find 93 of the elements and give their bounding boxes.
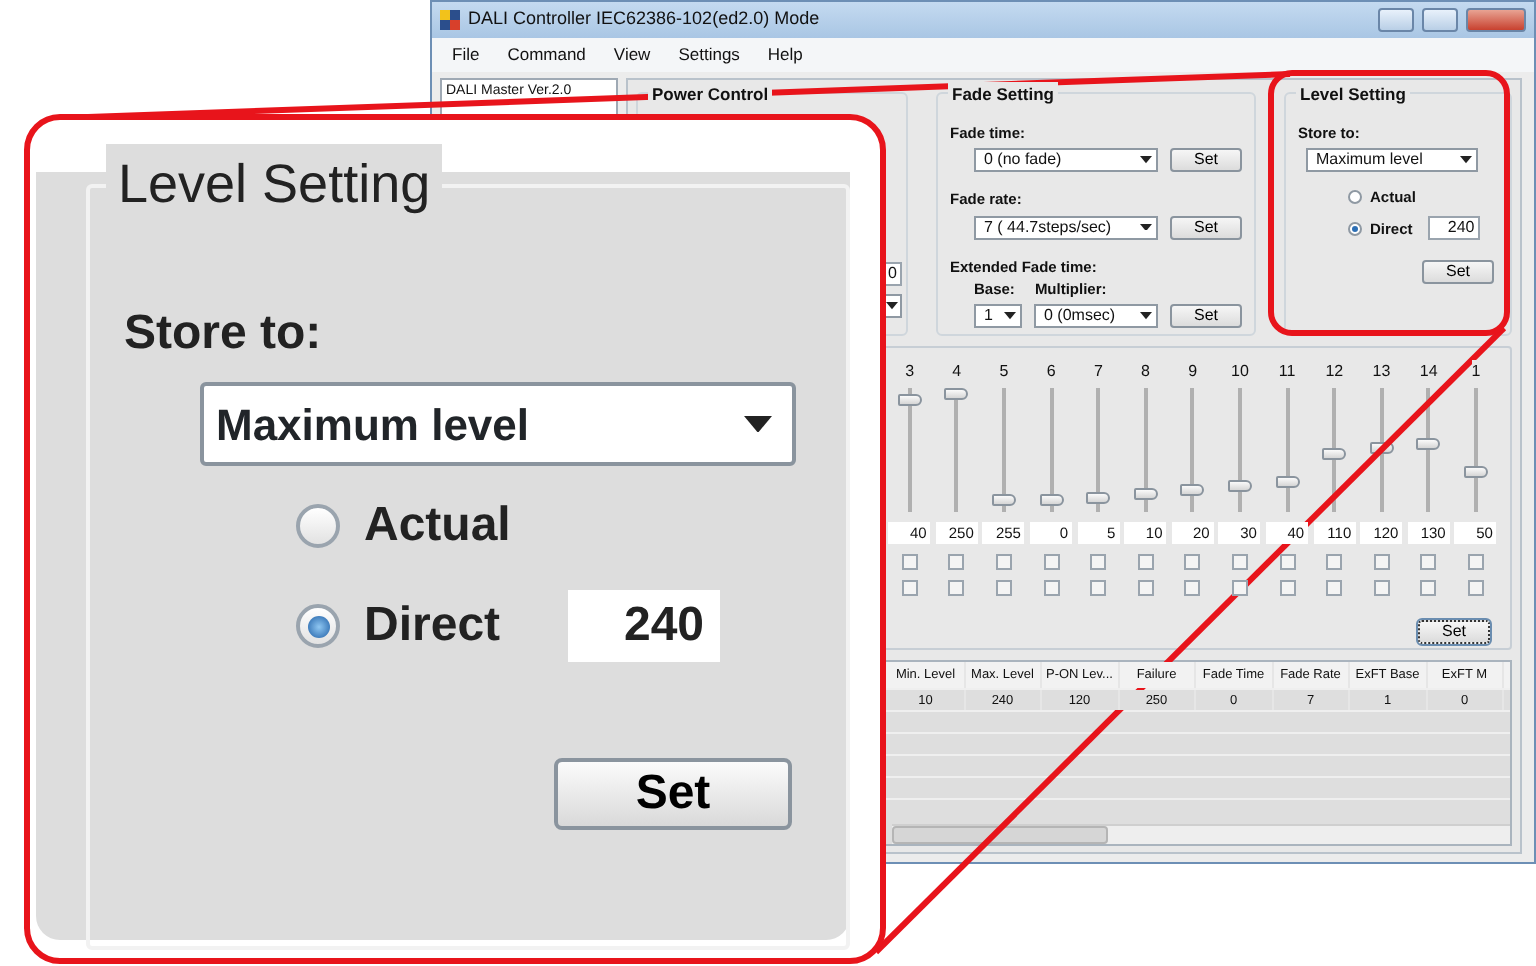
set-button[interactable]: Set — [1170, 148, 1242, 173]
maximize-button[interactable] — [1422, 8, 1458, 32]
slider-thumb[interactable] — [1039, 494, 1064, 507]
dropdown[interactable]: 7 ( 44.7steps/sec) — [974, 215, 1158, 239]
input-field[interactable]: 240 — [568, 590, 721, 662]
slider-track[interactable] — [1322, 388, 1347, 512]
checkbox[interactable] — [1420, 580, 1437, 596]
caret-icon — [1004, 312, 1016, 320]
checkbox[interactable] — [901, 580, 918, 596]
radio-button[interactable] — [1348, 221, 1362, 236]
slider-track[interactable] — [1463, 388, 1488, 512]
radio-button[interactable] — [296, 604, 340, 648]
checkbox[interactable] — [1090, 554, 1107, 570]
radio-button[interactable] — [296, 504, 340, 548]
menu-item[interactable]: File — [452, 42, 480, 68]
slider-thumb[interactable] — [897, 393, 922, 406]
slider-track[interactable] — [1086, 388, 1111, 512]
checkbox[interactable] — [1467, 554, 1484, 570]
checkbox[interactable] — [1467, 580, 1484, 596]
set-button[interactable]: Set — [1422, 260, 1494, 285]
checkbox[interactable] — [1137, 580, 1154, 596]
checkbox[interactable] — [1231, 554, 1248, 570]
checkbox[interactable] — [948, 580, 965, 596]
caret-icon — [1140, 223, 1152, 231]
group-title: Level Setting — [1296, 82, 1410, 108]
dropdown[interactable]: Maximum level — [1306, 148, 1478, 173]
radio-button[interactable] — [1348, 189, 1362, 204]
slider-track[interactable] — [897, 388, 922, 512]
dropdown[interactable]: Maximum level — [200, 382, 796, 466]
scrollbar-thumb[interactable] — [892, 826, 1108, 844]
slider-thumb[interactable] — [1322, 447, 1347, 460]
radio-label[interactable]: Actual — [364, 490, 511, 562]
slider-thumb[interactable] — [1416, 437, 1441, 450]
checkbox[interactable] — [1279, 580, 1296, 596]
window-title: DALI Controller IEC62386-102(ed2.0) Mode — [468, 6, 822, 33]
caret-icon — [1460, 156, 1472, 165]
checkbox[interactable] — [901, 554, 918, 570]
radio-label[interactable]: Direct — [364, 590, 501, 662]
slider-thumb[interactable] — [1463, 466, 1488, 479]
checkbox[interactable] — [948, 554, 965, 570]
slider-track[interactable] — [1369, 388, 1394, 512]
checkbox[interactable] — [1420, 554, 1437, 570]
minimize-button[interactable] — [1378, 8, 1414, 32]
menu-item[interactable]: Help — [767, 42, 803, 68]
menu-item[interactable]: Command — [507, 42, 586, 68]
app-icon — [440, 10, 460, 30]
slider-track[interactable] — [991, 388, 1016, 512]
checkbox[interactable] — [995, 554, 1012, 570]
set-button[interactable]: Set — [554, 758, 792, 830]
slider-thumb[interactable] — [991, 494, 1016, 507]
set-button[interactable]: Set — [1170, 304, 1242, 328]
checkbox[interactable] — [1373, 580, 1390, 596]
slider-thumb[interactable] — [1086, 491, 1111, 504]
slider-thumb[interactable] — [1227, 479, 1252, 492]
dropdown[interactable]: 0 (no fade) — [974, 148, 1158, 173]
checkbox[interactable] — [1090, 580, 1107, 596]
checkbox[interactable] — [1279, 554, 1296, 570]
slider-track[interactable] — [1180, 388, 1205, 512]
checkbox[interactable] — [1326, 554, 1343, 570]
dropdown[interactable]: 1 — [974, 304, 1022, 328]
group-title: Fade Setting — [948, 82, 1059, 108]
checkbox[interactable] — [1231, 580, 1248, 596]
close-button[interactable] — [1466, 8, 1526, 32]
caret-icon — [886, 302, 898, 310]
input-field[interactable]: 240 — [1428, 216, 1481, 241]
checkbox[interactable] — [1137, 554, 1154, 570]
menu-item[interactable]: View — [613, 42, 651, 68]
slider-track[interactable] — [1416, 388, 1441, 512]
checkbox[interactable] — [1043, 554, 1060, 570]
checkbox[interactable] — [995, 580, 1012, 596]
slider-thumb[interactable] — [944, 388, 969, 400]
slider-track[interactable] — [1039, 388, 1064, 512]
checkbox[interactable] — [1043, 580, 1060, 596]
horizontal-scrollbar[interactable] — [892, 824, 1510, 844]
field-label: Store to: — [124, 304, 324, 364]
set-button[interactable]: Set — [1418, 620, 1490, 644]
menu-item[interactable]: Settings — [678, 42, 740, 68]
checkbox[interactable] — [1326, 580, 1343, 596]
slider-thumb[interactable] — [1180, 484, 1205, 497]
slider-track[interactable] — [1133, 388, 1158, 512]
caret-icon — [1140, 156, 1152, 165]
dropdown[interactable]: 0 (0msec) — [1034, 304, 1158, 328]
checkbox[interactable] — [1184, 580, 1201, 596]
slider-track[interactable] — [1275, 388, 1300, 512]
slider-thumb[interactable] — [1133, 488, 1158, 501]
caret-icon — [744, 415, 772, 433]
slider-track[interactable] — [944, 388, 969, 512]
checkbox[interactable] — [1184, 554, 1201, 570]
slider-thumb[interactable] — [1275, 476, 1300, 489]
set-button[interactable]: Set — [1170, 215, 1242, 239]
checkbox[interactable] — [1373, 554, 1390, 570]
caret-icon — [1140, 312, 1152, 320]
slider-track[interactable] — [1227, 388, 1252, 512]
